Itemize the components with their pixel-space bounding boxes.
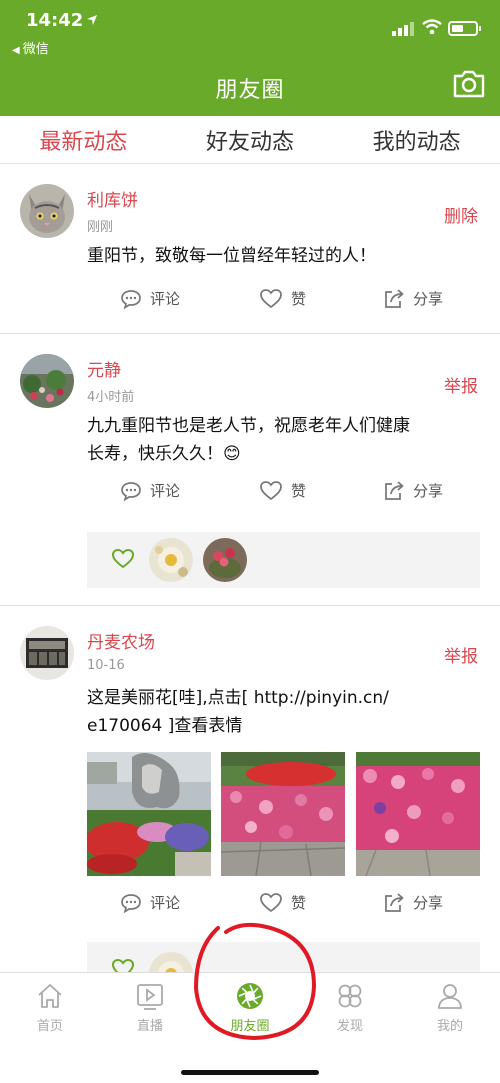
share-button[interactable]: 分享 (383, 892, 443, 913)
post-image-3[interactable] (356, 752, 480, 876)
home-icon (38, 984, 62, 1008)
post-text-line: e170064 ]查看表情 (87, 716, 243, 736)
comment-button[interactable]: 评论 (120, 892, 180, 913)
liked-heart-icon (111, 958, 135, 972)
share-label: 分享 (413, 894, 444, 912)
live-icon (137, 984, 163, 1010)
like-button[interactable]: 赞 (259, 892, 306, 913)
back-triangle-icon: ◀ (12, 45, 20, 56)
share-icon (385, 893, 404, 912)
post-text: 重阳节，致敬每一位曾经年轻过的人！ (87, 242, 457, 270)
screen: 14:42 ◀ 微信 朋友圈 最新动态 好友动态 我的动态 利库饼 刚刚 删除 … (0, 0, 500, 1083)
liker-avatar[interactable] (149, 538, 193, 582)
tab-home[interactable]: 首页 (0, 973, 100, 1035)
share-icon (385, 289, 404, 308)
post-image-1[interactable] (87, 752, 211, 876)
wifi-icon (422, 19, 442, 35)
post-text: 这是美丽花[哇],点击[ http://pinyin.cn/ e170064 ]… (87, 684, 477, 740)
comment-label: 评论 (150, 482, 181, 500)
heart-icon (260, 893, 282, 913)
location-arrow-icon (87, 15, 97, 25)
post-time: 4小时前 (87, 390, 135, 405)
liker-avatar[interactable] (203, 538, 247, 582)
post-time: 刚刚 (87, 220, 114, 235)
app-header: 14:42 ◀ 微信 朋友圈 (0, 0, 500, 116)
share-icon (385, 481, 404, 500)
tab-latest[interactable]: 最新动态 (0, 116, 167, 163)
tab-profile[interactable]: 我的 (400, 973, 500, 1035)
post-actions: 评论 赞 分享 (87, 480, 487, 510)
post-2: 元静 4小时前 举报 九九重阳节也是老人节，祝愿老年人们健康 长寿，快乐久久！😊… (0, 334, 500, 606)
avatar-flowers[interactable] (20, 354, 74, 408)
like-label: 赞 (291, 894, 307, 912)
share-button[interactable]: 分享 (383, 480, 443, 501)
comment-label: 评论 (150, 290, 181, 308)
like-button[interactable]: 赞 (259, 288, 306, 309)
likes-panel (87, 532, 480, 588)
like-label: 赞 (291, 290, 307, 308)
avatar-cat[interactable] (20, 184, 74, 238)
signal-icon (392, 22, 414, 36)
heart-icon (260, 289, 282, 309)
comment-label: 评论 (150, 894, 181, 912)
tab-friends[interactable]: 好友动态 (167, 116, 334, 163)
heart-icon (260, 481, 282, 501)
tab-home-label: 首页 (36, 1019, 63, 1034)
discover-icon (338, 984, 362, 1008)
post-text: 九九重阳节也是老人节，祝愿老年人们健康 长寿，快乐久久！😊 (87, 412, 457, 468)
report-button[interactable]: 举报 (444, 642, 478, 667)
comment-icon (121, 481, 141, 501)
like-label: 赞 (291, 482, 307, 500)
comment-button[interactable]: 评论 (120, 288, 180, 309)
post-actions: 评论 赞 分享 (87, 288, 487, 318)
home-indicator (181, 1070, 319, 1075)
report-button[interactable]: 举报 (444, 372, 478, 397)
back-to-wechat[interactable]: ◀ 微信 (12, 38, 49, 57)
post-image-2[interactable] (221, 752, 345, 876)
back-app-label: 微信 (22, 42, 49, 57)
post-text-line: 长寿，快乐久久！😊 (87, 444, 241, 464)
share-label: 分享 (413, 290, 444, 308)
post-text-line: 这是美丽花[哇],点击[ http://pinyin.cn/ (87, 688, 389, 708)
liked-heart-icon (111, 548, 135, 569)
tab-mine[interactable]: 我的动态 (333, 116, 500, 163)
post-1: 利库饼 刚刚 删除 重阳节，致敬每一位曾经年轻过的人！ 评论 赞 分享 (0, 164, 500, 334)
post-text-line: 重阳节，致敬每一位曾经年轻过的人！ (87, 246, 376, 266)
post-author[interactable]: 丹麦农场 (87, 628, 155, 653)
liker-avatar[interactable] (149, 952, 193, 972)
tab-live[interactable]: 直播 (100, 973, 200, 1035)
share-button[interactable]: 分享 (383, 288, 443, 309)
post-author[interactable]: 元静 (87, 356, 121, 381)
comment-button[interactable]: 评论 (120, 480, 180, 501)
comment-icon (121, 289, 141, 309)
avatar-farm[interactable] (20, 626, 74, 680)
page-title: 朋友圈 (215, 78, 285, 103)
tab-profile-label: 我的 (436, 1019, 463, 1034)
profile-icon (438, 984, 462, 1009)
camera-icon[interactable] (452, 70, 486, 98)
like-button[interactable]: 赞 (259, 480, 306, 501)
post-text-line: 九九重阳节也是老人节，祝愿老年人们健康 (87, 416, 410, 436)
battery-icon (448, 21, 481, 36)
comment-icon (121, 893, 141, 913)
post-time: 10-16 (87, 658, 125, 673)
delete-button[interactable]: 删除 (444, 202, 478, 227)
post-author[interactable]: 利库饼 (87, 186, 138, 211)
share-label: 分享 (413, 482, 444, 500)
status-time: 14:42 (26, 10, 84, 31)
feed-tabs: 最新动态 好友动态 我的动态 (0, 116, 500, 164)
tab-live-label: 直播 (136, 1019, 163, 1034)
annotation-circle (193, 922, 317, 1041)
